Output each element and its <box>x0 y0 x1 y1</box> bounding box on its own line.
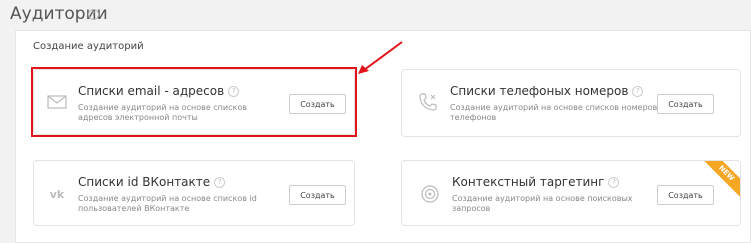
card-title: Контекстный таргетинг? <box>452 175 620 189</box>
help-icon[interactable]: ? <box>88 9 99 20</box>
help-icon[interactable]: ? <box>632 86 644 97</box>
create-vk-audience-button[interactable]: Создать <box>289 185 346 205</box>
svg-text:vk: vk <box>50 188 65 201</box>
help-icon[interactable]: ? <box>214 177 226 188</box>
card-vk-id-lists: vk Списки id ВКонтакте? Создание аудитор… <box>33 160 355 226</box>
card-description: Создание аудиторий на основе поисковых з… <box>452 194 633 213</box>
section-title: Создание аудиторий <box>33 41 144 52</box>
new-badge-ribbon: NEW <box>700 161 740 201</box>
card-phone-lists: Списки телефоных номеров? Создание аудит… <box>401 69 741 137</box>
vk-logo-icon: vk <box>50 188 65 201</box>
card-context-targeting: Контекстный таргетинг? Создание аудитори… <box>401 160 741 226</box>
create-phone-audience-button[interactable]: Создать <box>657 94 714 114</box>
phone-icon <box>419 93 437 111</box>
card-title: Списки id ВКонтакте? <box>78 175 226 189</box>
card-description: Создание аудиторий на основе списков ном… <box>450 103 658 122</box>
target-icon <box>421 185 439 203</box>
new-badge: NEW <box>701 161 740 198</box>
card-title: Списки телефоных номеров? <box>450 84 644 98</box>
highlight-frame <box>31 67 357 137</box>
help-icon[interactable]: ? <box>608 177 620 188</box>
card-description: Создание аудиторий на основе списков id … <box>78 194 257 213</box>
